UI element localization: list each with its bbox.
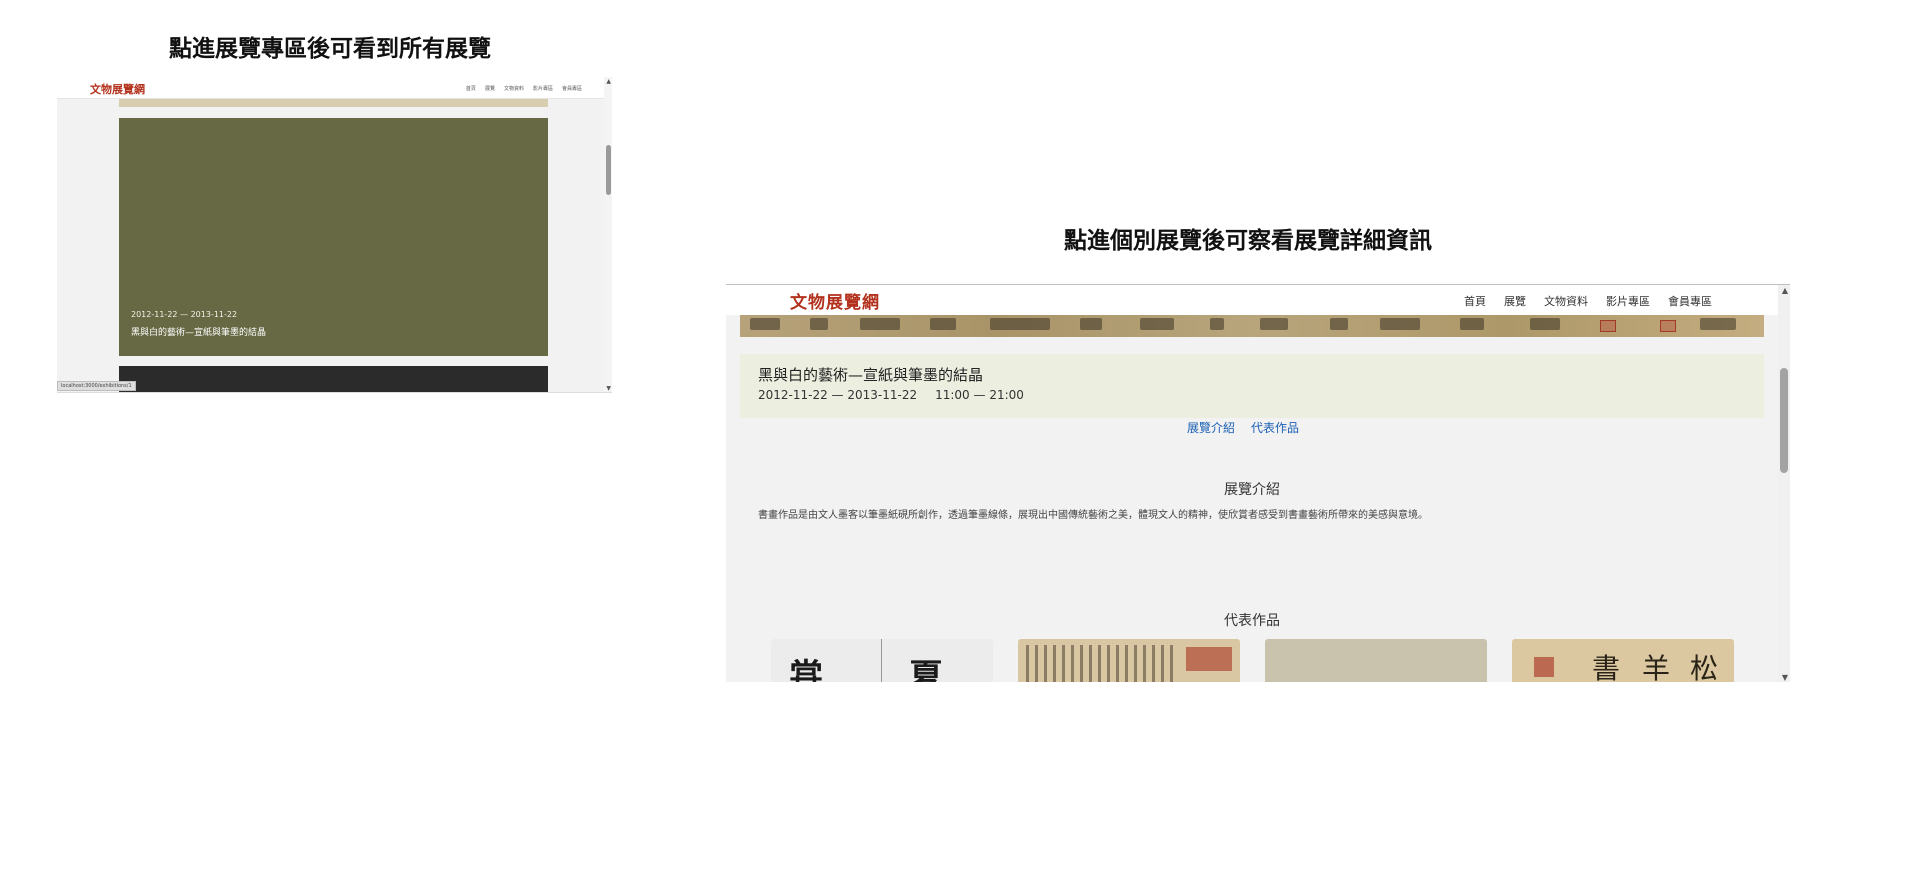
nav-exhibitions[interactable]: 展覽 <box>485 85 495 92</box>
main-nav: 首頁 展覽 文物資料 影片專區 會員專區 <box>1464 293 1712 309</box>
previous-card-edge[interactable] <box>119 99 548 107</box>
nav-members[interactable]: 會員專區 <box>562 85 582 92</box>
intro-heading: 展覽介紹 <box>1224 482 1280 498</box>
tab-intro[interactable]: 展覽介紹 <box>1187 419 1235 436</box>
nav-videos[interactable]: 影片專區 <box>1606 293 1650 309</box>
section-tabs: 展覽介紹 代表作品 <box>1187 419 1299 436</box>
caption-right: 點進個別展覽後可察看展覽詳細資訊 <box>1064 228 1432 254</box>
scrollbar-thumb[interactable] <box>606 145 611 195</box>
exhibition-meta: 2012-11-22 — 2013-11-22 11:00 — 21:00 <box>758 388 1042 402</box>
exhibition-dates: 2012-11-22 — 2013-11-22 <box>758 388 918 402</box>
tab-works[interactable]: 代表作品 <box>1251 419 1299 436</box>
exhibition-detail-screenshot: 文物展覽網 首頁 展覽 文物資料 影片專區 會員專區 黑與白的藝術—宣紙與筆墨的… <box>726 284 1790 682</box>
site-logo[interactable]: 文物展覽網 <box>90 81 145 97</box>
work-thumbnail-1[interactable]: 甞 夏 <box>771 639 993 682</box>
exhibition-hours: 11:00 — 21:00 <box>935 388 1024 402</box>
nav-artifacts[interactable]: 文物資料 <box>1544 293 1588 309</box>
caption-left: 點進展覽專區後可看到所有展覽 <box>169 36 491 62</box>
scrollbar[interactable]: ▲ ▼ <box>604 77 612 392</box>
top-navbar: 文物展覽網 首頁 展覽 文物資料 影片專區 會員專區 <box>57 77 612 99</box>
seal-script-artwork: 夏 <box>909 657 943 682</box>
site-logo[interactable]: 文物展覽網 <box>790 288 880 313</box>
exhibitions-list-screenshot: 文物展覽網 首頁 展覽 文物資料 影片專區 會員專區 2012-11-22 — … <box>57 77 612 393</box>
intro-text: 書畫作品是由文人墨客以筆墨紙硯所創作，透過筆墨線條，展現出中國傳統藝術之美，體現… <box>758 510 1428 521</box>
scroll-down-icon[interactable]: ▼ <box>1782 673 1788 682</box>
exhibition-card-title: 黑與白的藝術—宣紙與筆墨的結晶 <box>131 328 267 338</box>
work-thumbnail-3[interactable] <box>1265 639 1487 682</box>
exhibition-info-box: 黑與白的藝術—宣紙與筆墨的結晶 2012-11-22 — 2013-11-22 1… <box>740 354 1764 418</box>
works-heading: 代表作品 <box>1224 613 1280 629</box>
main-nav: 首頁 展覽 文物資料 影片專區 會員專區 <box>466 85 582 92</box>
exhibition-title: 黑與白的藝術—宣紙與筆墨的結晶 <box>758 366 984 384</box>
scrollbar[interactable]: ▲ ▼ <box>1778 285 1790 682</box>
top-navbar: 文物展覽網 首頁 展覽 文物資料 影片專區 會員專區 <box>726 285 1778 315</box>
work-thumbnail-2[interactable] <box>1018 639 1240 682</box>
scroll-up-icon[interactable]: ▲ <box>606 78 611 85</box>
scrollbar-thumb[interactable] <box>1780 368 1788 473</box>
calligraphy-artwork: 松 <box>1690 652 1719 682</box>
nav-home[interactable]: 首頁 <box>466 85 476 92</box>
scroll-down-icon[interactable]: ▼ <box>606 385 611 392</box>
calligraphy-artwork: 羊 <box>1642 652 1671 682</box>
nav-exhibitions[interactable]: 展覽 <box>1504 293 1526 309</box>
work-thumbnail-4[interactable]: 書 羊 松 <box>1512 639 1734 682</box>
browser-status-url: localhost:3000/exhibitions/1 <box>57 381 136 391</box>
scroll-up-icon[interactable]: ▲ <box>1782 286 1788 295</box>
calligraphy-scroll-banner <box>740 315 1764 337</box>
nav-videos[interactable]: 影片專區 <box>533 85 553 92</box>
calligraphy-artwork: 書 <box>1592 652 1621 682</box>
exhibition-card[interactable]: 2012-11-22 — 2013-11-22 黑與白的藝術—宣紙與筆墨的結晶 <box>119 118 548 356</box>
exhibition-card-date: 2012-11-22 — 2013-11-22 <box>131 310 238 319</box>
nav-artifacts[interactable]: 文物資料 <box>504 85 524 92</box>
nav-home[interactable]: 首頁 <box>1464 293 1486 309</box>
next-exhibition-card[interactable] <box>119 366 548 392</box>
seal-script-artwork: 甞 <box>789 657 823 682</box>
nav-members[interactable]: 會員專區 <box>1668 293 1712 309</box>
